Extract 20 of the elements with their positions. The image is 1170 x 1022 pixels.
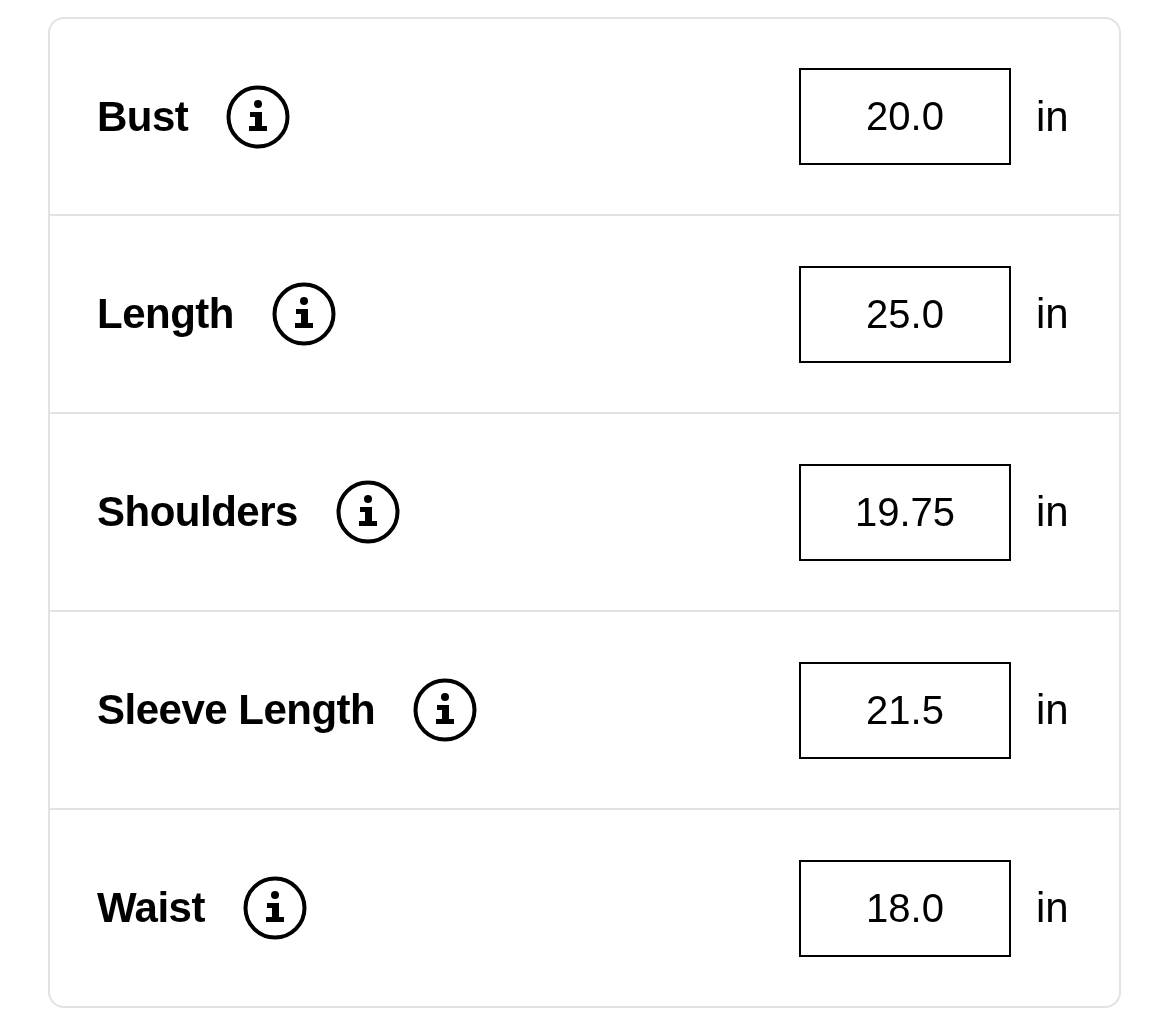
info-icon[interactable] — [226, 84, 291, 149]
unit-label: in — [1036, 488, 1070, 536]
info-icon[interactable] — [413, 678, 478, 742]
measurement-input[interactable]: 20.0 — [799, 68, 1011, 165]
unit-label: in — [1036, 290, 1070, 338]
info-icon[interactable] — [271, 282, 336, 346]
measurement-input[interactable]: 25.0 — [799, 265, 1011, 363]
unit-label: in — [1036, 686, 1070, 734]
info-icon[interactable] — [242, 876, 307, 940]
unit-label: in — [1036, 92, 1070, 141]
measurement-label: Bust — [97, 92, 189, 141]
measurement-label: Sleeve Length — [97, 686, 376, 734]
info-icon[interactable] — [335, 480, 400, 544]
measurement-label: Shoulders — [97, 488, 298, 536]
measurement-input[interactable]: 18.0 — [799, 859, 1011, 957]
measurement-label: Length — [97, 290, 234, 338]
measurement-input[interactable]: 21.5 — [799, 661, 1011, 759]
measurement-label: Waist — [97, 884, 205, 932]
unit-label: in — [1036, 884, 1070, 932]
measurement-input[interactable]: 19.75 — [799, 463, 1011, 561]
